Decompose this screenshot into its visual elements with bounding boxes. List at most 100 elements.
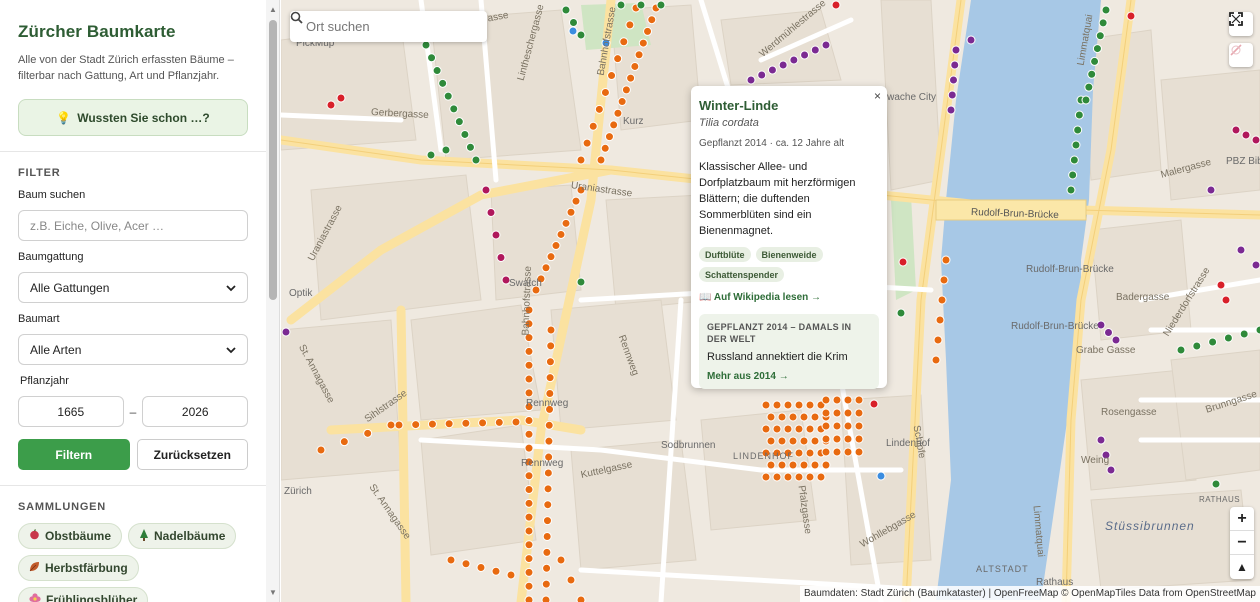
more-from-year-link[interactable]: Mehr aus 2014 → bbox=[707, 371, 871, 382]
tree-marker[interactable] bbox=[799, 436, 809, 446]
tree-marker[interactable] bbox=[1211, 479, 1221, 489]
tree-marker[interactable] bbox=[821, 395, 831, 405]
tree-marker[interactable] bbox=[1236, 245, 1246, 255]
tree-marker[interactable] bbox=[316, 445, 326, 455]
tree-marker[interactable] bbox=[411, 420, 421, 430]
tree-marker[interactable] bbox=[571, 196, 581, 206]
tree-marker[interactable] bbox=[783, 472, 793, 482]
tree-marker[interactable] bbox=[576, 595, 586, 602]
tree-marker[interactable] bbox=[1090, 56, 1100, 66]
tree-marker[interactable] bbox=[843, 395, 853, 405]
tree-marker[interactable] bbox=[546, 341, 556, 351]
tree-marker[interactable] bbox=[656, 0, 666, 10]
fullscreen-button[interactable] bbox=[1229, 12, 1253, 36]
tree-marker[interactable] bbox=[1081, 95, 1091, 105]
tree-marker[interactable] bbox=[1071, 140, 1081, 150]
tree-marker[interactable] bbox=[524, 540, 534, 550]
sidebar-scrollbar[interactable]: ▲ ▼ bbox=[266, 0, 279, 602]
tree-marker[interactable] bbox=[843, 408, 853, 418]
tree-marker[interactable] bbox=[931, 355, 941, 365]
tree-marker[interactable] bbox=[1192, 341, 1202, 351]
tree-marker[interactable] bbox=[544, 436, 554, 446]
tree-marker[interactable] bbox=[1126, 11, 1136, 21]
tree-marker[interactable] bbox=[545, 389, 555, 399]
tree-marker[interactable] bbox=[831, 0, 841, 10]
tree-marker[interactable] bbox=[1069, 155, 1079, 165]
tree-marker[interactable] bbox=[543, 500, 553, 510]
tree-marker[interactable] bbox=[777, 436, 787, 446]
place-search-input[interactable]: Ort suchen bbox=[290, 11, 487, 42]
tree-marker[interactable] bbox=[626, 73, 636, 83]
tree-marker[interactable] bbox=[767, 65, 777, 75]
tree-marker[interactable] bbox=[843, 421, 853, 431]
tree-marker[interactable] bbox=[582, 138, 592, 148]
tree-marker[interactable] bbox=[636, 0, 646, 10]
tree-marker[interactable] bbox=[854, 434, 864, 444]
tree-marker[interactable] bbox=[363, 428, 373, 438]
zoom-in-button[interactable]: + bbox=[1230, 507, 1254, 531]
zoom-out-button[interactable]: − bbox=[1230, 531, 1254, 555]
tree-marker[interactable] bbox=[821, 460, 831, 470]
tree-marker[interactable] bbox=[1106, 465, 1116, 475]
tree-marker[interactable] bbox=[561, 5, 571, 15]
tree-marker[interactable] bbox=[1251, 135, 1260, 145]
tree-marker[interactable] bbox=[600, 143, 610, 153]
tree-marker[interactable] bbox=[476, 563, 486, 572]
tree-marker[interactable] bbox=[461, 559, 471, 569]
tree-marker[interactable] bbox=[821, 434, 831, 444]
tree-marker[interactable] bbox=[746, 75, 756, 85]
tree-marker[interactable] bbox=[805, 472, 815, 482]
collection-chip-fruit[interactable]: Obstbäume bbox=[18, 523, 123, 549]
filter-button[interactable]: Filtern bbox=[18, 439, 130, 470]
tree-marker[interactable] bbox=[794, 400, 804, 410]
tree-marker[interactable] bbox=[794, 472, 804, 482]
tree-marker[interactable] bbox=[491, 230, 501, 240]
tree-marker[interactable] bbox=[568, 26, 578, 36]
tree-marker[interactable] bbox=[496, 253, 506, 262]
tree-marker[interactable] bbox=[545, 373, 555, 383]
tree-marker[interactable] bbox=[854, 395, 864, 405]
tree-marker[interactable] bbox=[551, 241, 561, 251]
tree-marker[interactable] bbox=[1096, 435, 1106, 445]
tree-marker[interactable] bbox=[478, 418, 488, 428]
tree-marker[interactable] bbox=[541, 579, 551, 589]
tree-marker[interactable] bbox=[783, 424, 793, 434]
tree-marker[interactable] bbox=[788, 460, 798, 470]
tree-marker[interactable] bbox=[876, 471, 886, 481]
tree-marker[interactable] bbox=[524, 443, 534, 453]
tree-marker[interactable] bbox=[816, 472, 826, 482]
tree-marker[interactable] bbox=[524, 512, 534, 522]
year-to-input[interactable]: 2026 bbox=[142, 396, 249, 427]
tree-marker[interactable] bbox=[832, 447, 842, 457]
tree-marker[interactable] bbox=[772, 424, 782, 434]
tree-marker[interactable] bbox=[1104, 328, 1113, 337]
reset-button[interactable]: Zurücksetzen bbox=[136, 439, 248, 470]
tree-marker[interactable] bbox=[609, 120, 619, 130]
tree-marker[interactable] bbox=[524, 415, 534, 425]
tree-marker[interactable] bbox=[1206, 185, 1216, 195]
tree-marker[interactable] bbox=[1084, 82, 1094, 92]
tree-marker[interactable] bbox=[625, 20, 635, 30]
tree-marker[interactable] bbox=[460, 129, 470, 139]
tree-marker[interactable] bbox=[761, 472, 771, 482]
tree-marker[interactable] bbox=[541, 263, 551, 273]
tree-marker[interactable] bbox=[1176, 345, 1186, 355]
tree-marker[interactable] bbox=[941, 255, 951, 265]
scrollbar-thumb[interactable] bbox=[269, 20, 277, 300]
year-from-input[interactable]: 1665 bbox=[18, 396, 124, 427]
tree-marker[interactable] bbox=[799, 412, 809, 422]
tree-marker[interactable] bbox=[805, 448, 815, 458]
tree-marker[interactable] bbox=[524, 360, 534, 370]
tree-marker[interactable] bbox=[630, 61, 640, 71]
tree-marker[interactable] bbox=[843, 434, 853, 444]
tree-marker[interactable] bbox=[613, 54, 623, 64]
tree-marker[interactable] bbox=[1073, 125, 1083, 135]
tree-marker[interactable] bbox=[600, 87, 610, 97]
tree-marker[interactable] bbox=[604, 132, 614, 142]
scroll-down-arrow-icon[interactable]: ▼ bbox=[268, 588, 278, 598]
locate-button[interactable] bbox=[1229, 43, 1253, 67]
tree-marker[interactable] bbox=[426, 150, 436, 160]
tree-marker[interactable] bbox=[757, 70, 767, 80]
tree-marker[interactable] bbox=[524, 595, 534, 602]
tree-marker[interactable] bbox=[1068, 170, 1078, 180]
